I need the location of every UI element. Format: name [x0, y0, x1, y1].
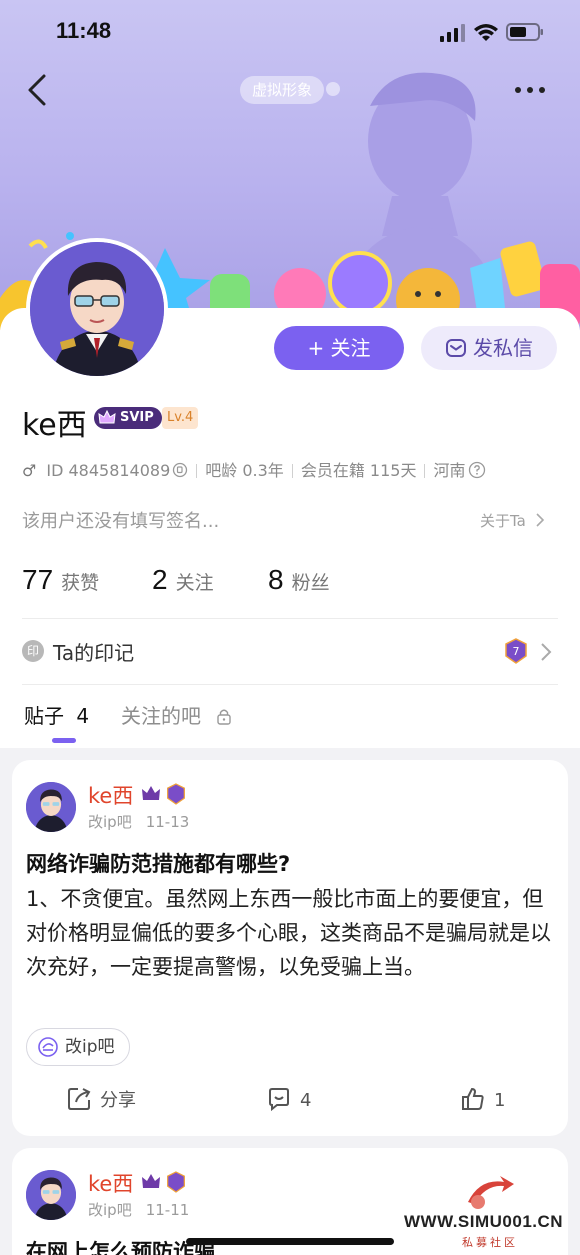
stat-label: 关注 [175, 572, 214, 594]
crown-icon [142, 786, 160, 800]
avatar-illustration [26, 1170, 76, 1220]
svip-badge[interactable]: SVIP [94, 407, 162, 429]
status-time: 11:48 [56, 18, 112, 43]
like-count: 1 [494, 1090, 506, 1111]
ta-marks-row[interactable]: 印 Ta的印记 7 [22, 636, 558, 668]
meta-divider [196, 464, 198, 478]
comment-count: 4 [300, 1090, 312, 1111]
user-signature: 该用户还没有填写签名... [22, 511, 220, 532]
copy-icon[interactable] [172, 462, 188, 478]
tab-followed-bars[interactable]: 关注的吧 [121, 700, 233, 729]
marks-label: Ta的印记 [53, 641, 135, 665]
post-author-name[interactable]: ke西 [88, 780, 133, 810]
comment-icon [269, 1088, 289, 1112]
back-chevron-icon[interactable] [18, 68, 58, 112]
gender-icon: ♂ [22, 461, 37, 480]
share-button[interactable]: 分享 [66, 1086, 136, 1114]
virtual-avatar-tag[interactable]: 虚拟形象 [240, 76, 325, 104]
forum-pill[interactable]: 改ip吧 [26, 1028, 130, 1066]
site-watermark: WWW.SIMU001.CN 私募社区 [398, 1172, 578, 1252]
location: 河南 [433, 461, 466, 480]
post-meta: 改ip吧 11-13 [88, 811, 189, 832]
stat-value: 2 [152, 564, 168, 595]
post-title: 网络诈骗防范措施都有哪些? [26, 852, 291, 876]
bar-age: 吧龄 0.3年 [205, 461, 284, 480]
chevron-right-icon [541, 643, 552, 661]
post-body: 1、不贪便宜。虽然网上东西一般比市面上的要便宜，但对价格明显偏低的要多个心眼，这… [26, 887, 551, 979]
comment-button[interactable]: 4 [266, 1086, 311, 1114]
private-message-label: 发私信 [473, 336, 533, 360]
avatar-tag-dot [326, 82, 340, 96]
help-icon[interactable] [468, 461, 486, 479]
post-author-avatar[interactable] [26, 1170, 76, 1220]
post-forum: 改ip吧 [88, 813, 132, 831]
crown-icon [98, 409, 116, 424]
post-date: 11-13 [145, 813, 190, 831]
avatar-illustration [26, 782, 76, 832]
about-ta-link[interactable]: 关于Ta [480, 510, 545, 531]
tab-posts[interactable]: 贴子 4 [24, 700, 89, 729]
profile-meta-row: ♂ ID 4845814089 吧龄 0.3年 会员在籍 115天 河南 [22, 459, 486, 483]
stat-label: 获赞 [61, 572, 100, 594]
lock-icon [217, 709, 232, 725]
tab-posts-label: 贴子 [24, 704, 64, 728]
active-tab-indicator [52, 738, 76, 743]
home-indicator[interactable] [186, 1238, 394, 1245]
post-author-name[interactable]: ke西 [88, 1168, 133, 1198]
forum-logo-icon [38, 1037, 58, 1057]
follow-button[interactable]: + 关注 [274, 326, 404, 370]
avatar[interactable] [26, 238, 168, 380]
meta-divider [424, 464, 426, 478]
cellular-signal-icon [440, 24, 465, 42]
medal-badge-icon: 7 [505, 638, 527, 664]
crown-icon [142, 1174, 160, 1188]
post-meta: 改ip吧 11-11 [88, 1199, 189, 1220]
divider [22, 684, 558, 685]
user-id: ID 4845814089 [46, 461, 171, 480]
svip-label: SVIP [120, 410, 154, 425]
post-forum: 改ip吧 [88, 1201, 132, 1219]
tab-posts-count: 4 [76, 704, 90, 728]
medal-badge-icon [167, 783, 185, 805]
medal-badge-icon [167, 1171, 185, 1193]
svg-text:7: 7 [513, 645, 520, 658]
member-days: 会员在籍 115天 [300, 461, 417, 480]
more-options-icon[interactable] [508, 80, 552, 100]
watermark-text: WWW.SIMU001.CN [404, 1212, 564, 1231]
stat-following[interactable]: 2 关注 [152, 564, 214, 596]
post-card[interactable]: ke西 改ip吧 11-13 网络诈骗防范措施都有哪些? 1、不贪便宜。虽然网上东… [12, 760, 568, 1136]
about-ta-label: 关于Ta [480, 512, 526, 530]
private-message-button[interactable]: 发私信 [421, 326, 557, 370]
battery-icon [506, 23, 543, 41]
stat-value: 8 [268, 564, 284, 595]
avatar-illustration [30, 242, 164, 376]
post-date: 11-11 [145, 1201, 190, 1219]
divider [22, 618, 558, 619]
forum-pill-label: 改ip吧 [65, 1037, 115, 1057]
stat-fans[interactable]: 8 粉丝 [268, 564, 330, 596]
watermark-logo-icon [468, 1176, 514, 1209]
level-badge: Lv.4 [162, 407, 199, 429]
like-button[interactable]: 1 [460, 1086, 505, 1114]
share-icon [68, 1088, 91, 1110]
stat-value: 77 [22, 564, 54, 595]
wifi-icon [474, 24, 498, 41]
status-bar: 11:48 [0, 0, 580, 64]
stat-label: 粉丝 [291, 572, 330, 594]
meta-divider [291, 464, 293, 478]
post-author-avatar[interactable] [26, 782, 76, 832]
watermark-subtext: 私募社区 [462, 1236, 518, 1249]
chevron-right-icon [536, 513, 544, 527]
share-label: 分享 [100, 1090, 136, 1111]
thumbs-up-icon [462, 1087, 484, 1110]
tab-followed-bars-label: 关注的吧 [121, 704, 201, 728]
stat-likes[interactable]: 77 获赞 [22, 564, 99, 596]
username: ke西 [22, 408, 87, 443]
marks-icon: 印 [22, 640, 44, 662]
envelope-icon [446, 339, 466, 357]
